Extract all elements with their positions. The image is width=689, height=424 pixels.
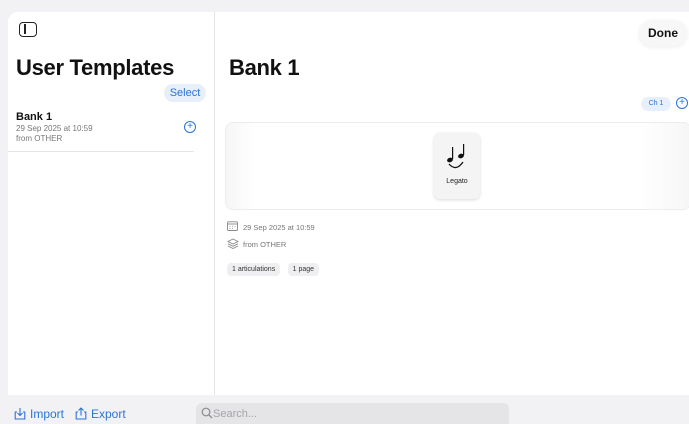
bank-name: Bank 1	[16, 111, 53, 123]
tag-list: 1 articulations 1 page	[227, 258, 322, 276]
select-button[interactable]: Select	[164, 84, 206, 102]
export-label: Export	[91, 407, 126, 421]
search-bar	[196, 403, 509, 424]
add-to-bank-icon[interactable]: +	[184, 121, 196, 133]
bottom-toolbar: Import Export	[0, 395, 689, 424]
layers-icon	[227, 238, 239, 249]
tag-articulations: 1 articulations	[227, 263, 281, 276]
channel-badge[interactable]: Ch 1	[641, 97, 671, 111]
tag-pages: 1 page	[287, 263, 320, 276]
bank-source: from OTHER	[16, 134, 63, 143]
export-icon	[75, 407, 87, 420]
page-title: Bank 1	[229, 55, 300, 80]
search-icon	[201, 407, 213, 419]
articulation-grid: Legato	[225, 122, 689, 210]
import-label: Import	[30, 407, 65, 421]
articulation-label: Legato	[446, 178, 468, 185]
grid-fade-left	[226, 123, 256, 209]
calendar-icon	[227, 221, 238, 231]
import-icon	[14, 408, 26, 420]
sidebar: User Templates Select Bank 1 29 Sep 2025…	[8, 12, 215, 395]
meta-date-text: 29 Sep 2025 at 10:59	[243, 223, 315, 232]
legato-notes-icon	[447, 144, 465, 169]
sidebar-toggle-icon[interactable]	[19, 22, 37, 37]
done-button[interactable]: Done	[639, 20, 687, 46]
grid-fade-right	[640, 123, 689, 209]
add-articulation-icon[interactable]: +	[676, 97, 688, 109]
sidebar-item-bank-1[interactable]: Bank 1 29 Sep 2025 at 10:59 from OTHER +	[8, 110, 196, 152]
meta-source-text: from OTHER	[243, 240, 287, 249]
articulation-tile-legato[interactable]: Legato	[434, 133, 480, 199]
app-window: User Templates Select Bank 1 29 Sep 2025…	[8, 12, 689, 395]
sidebar-title: User Templates	[16, 55, 175, 80]
search-input[interactable]	[213, 406, 493, 421]
main-panel: Done Bank 1 Ch 1 + Legato 29 Sep 2025 at…	[215, 12, 689, 395]
bank-date: 29 Sep 2025 at 10:59	[16, 124, 93, 133]
